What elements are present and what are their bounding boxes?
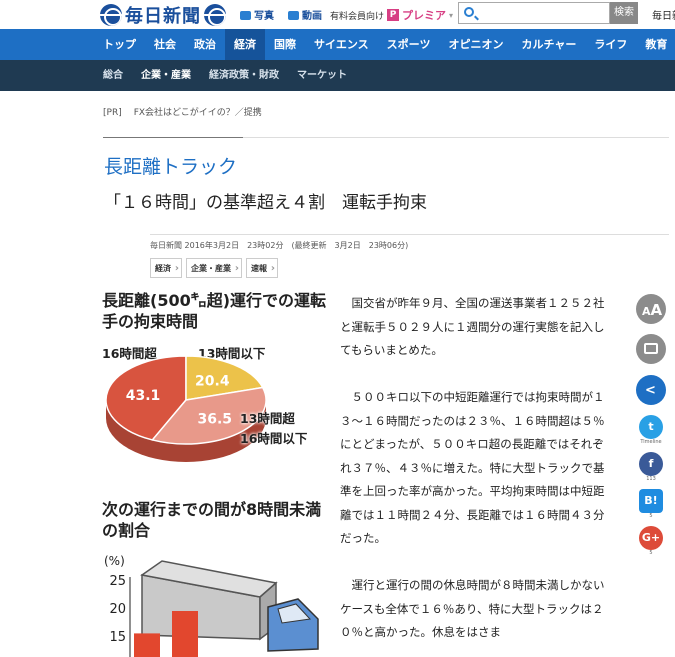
infographic-title-2: 次の運行までの間が8時間未満の割合 (102, 500, 322, 540)
chevron-down-icon: ▾ (449, 10, 454, 20)
pie-value-label: 20.4 (195, 374, 230, 390)
main-nav-item[interactable]: トップ (94, 29, 145, 60)
pie-value-label: 43.1 (126, 388, 161, 404)
google-plus-icon[interactable]: G+ (639, 526, 663, 550)
main-nav-item[interactable]: 社会 (145, 29, 185, 60)
y-tick: 20 (109, 602, 126, 617)
sub-nav-item[interactable]: マーケット (288, 60, 356, 91)
tag-link[interactable]: 速報 (246, 258, 278, 278)
truck-illustration (140, 560, 319, 652)
article-body: 国交省が昨年９月、全国の運送事業者１２５２社と運転手５０２９人に１週間分の運行実… (340, 292, 612, 657)
bar (134, 633, 160, 657)
hatena-icon[interactable]: B! (639, 489, 663, 513)
premium-label: プレミア (402, 9, 447, 22)
share-button[interactable]: < (636, 375, 666, 405)
camera-icon (240, 11, 251, 20)
article-paragraph: ５００キロ以下の中短距離運行では拘束時間が１３～１６時間だったのは２３％、１６時… (340, 390, 605, 545)
media-links: 写真 動画 (240, 7, 322, 22)
premium-prefix: 有料会員向け (330, 11, 385, 22)
search-input[interactable] (458, 2, 610, 24)
hatena-count: 5 (649, 513, 653, 519)
sub-nav-item[interactable]: 経済政策・財政 (200, 60, 288, 91)
globe-logo-icon (100, 4, 122, 26)
article-paragraph: 運行と運行の間の休息時間が８時間未満しかないケースも全体で１６％あり、特に大型ト… (340, 578, 605, 639)
main-nav-item[interactable]: 政治 (185, 29, 225, 60)
article-paragraph: 国交省が昨年９月、全国の運送事業者１２５２社と運転手５０２９人に１週間分の運行実… (340, 296, 605, 357)
search-button[interactable]: 検索 (610, 2, 638, 24)
globe-logo-icon-right (204, 4, 226, 26)
sub-nav-item[interactable]: 企業・産業 (132, 60, 200, 91)
font-size-icon: AA (642, 301, 663, 319)
search-icon (464, 7, 474, 17)
facebook-count: 113 (646, 476, 656, 482)
article-kicker: 長距離トラック (104, 156, 238, 178)
pr-tag: [PR] (103, 108, 122, 118)
pie-label-13to16-a: 13時間超 (240, 411, 295, 426)
infographic: 長距離(500㌔超)運行での運転手の拘束時間 16時間超 13時間以下 43.1… (100, 290, 330, 657)
divider (103, 137, 243, 138)
main-nav-item[interactable]: カルチャー (512, 29, 585, 60)
video-link[interactable]: 動画 (288, 7, 322, 22)
print-button[interactable] (636, 334, 666, 364)
print-icon (644, 343, 658, 354)
main-nav: トップ社会政治経済国際サイエンススポーツオピニオンカルチャーライフ教育地 (0, 29, 675, 60)
logo-text: 毎日新聞 (125, 6, 201, 27)
article-meta: 毎日新聞 2016年3月2日 23時02分 (最終更新 3月2日 23時06分) (150, 241, 409, 250)
site-logo[interactable]: 毎日新聞 (100, 2, 226, 28)
main-nav-item[interactable]: オピニオン (439, 29, 512, 60)
pr-line: [PR] FX会社はどこがイイの？／提携 (103, 105, 262, 118)
tag-link[interactable]: 経済 (150, 258, 182, 278)
photo-link[interactable]: 写真 (240, 7, 274, 22)
twitter-icon[interactable]: t (639, 415, 663, 439)
premium-link[interactable]: 有料会員向け P プレミア ▾ (330, 7, 453, 23)
font-size-button[interactable]: AA (636, 294, 666, 324)
sub-nav-item[interactable]: 総合 (94, 60, 132, 91)
share-icon: < (645, 383, 656, 398)
main-nav-item[interactable]: ライフ (585, 29, 636, 60)
premium-p-icon: P (387, 9, 400, 21)
sub-nav: 総合 企業・産業 経済政策・財政 マーケット (0, 60, 675, 91)
main-nav-item[interactable]: 経済 (225, 29, 265, 60)
facebook-icon[interactable]: f (639, 452, 663, 476)
bar (172, 611, 198, 657)
article-tags: 経済 企業・産業 速報 (150, 258, 278, 278)
edition-link[interactable]: 毎日新 (652, 7, 675, 22)
infographic-title: 長距離(500㌔超)運行での運転手の拘束時間 (102, 291, 327, 331)
y-tick: 25 (109, 574, 126, 589)
pr-link[interactable]: FX会社はどこがイイの？／提携 (134, 108, 262, 118)
tag-link[interactable]: 企業・産業 (186, 258, 242, 278)
divider (243, 137, 669, 138)
play-icon (288, 11, 299, 20)
bar-chart (129, 560, 319, 657)
main-nav-item[interactable]: サイエンス (305, 29, 378, 60)
site-header: 毎日新聞 写真 動画 有料会員向け P プレミア ▾ 検索 毎日新 (0, 0, 675, 29)
pie-label-13to16-b: 16時間以下 (240, 431, 308, 446)
main-nav-item[interactable]: スポーツ (378, 29, 440, 60)
main-nav-item[interactable]: 国際 (265, 29, 305, 60)
pie-value-label: 36.5 (198, 411, 233, 427)
y-tick: 15 (109, 630, 126, 645)
twitter-label: Timeline (640, 439, 662, 445)
google-count: 5 (649, 550, 653, 556)
article-headline: 「１６時間」の基準超え４割 運転手拘束 (104, 193, 427, 213)
divider (150, 234, 669, 235)
main-nav-item[interactable]: 教育 (636, 29, 675, 60)
